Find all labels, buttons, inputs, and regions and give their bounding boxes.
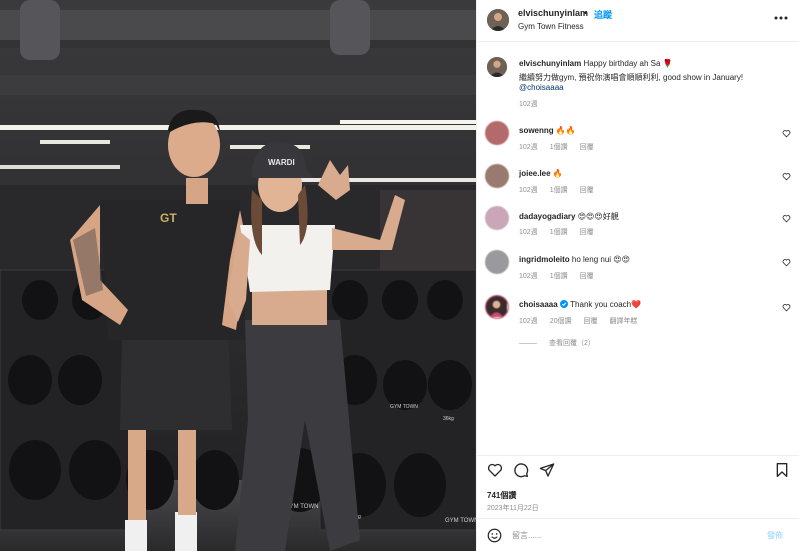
reply-button[interactable]: 回覆	[580, 187, 594, 194]
comment-likes[interactable]: 20個讚	[550, 318, 572, 325]
commenter-username[interactable]: choisaaaa	[519, 300, 558, 309]
comment-time: 102週	[519, 318, 538, 325]
reply-button[interactable]: 回覆	[583, 318, 597, 325]
comment-likes[interactable]: 1個讚	[550, 273, 568, 280]
commenter-avatar[interactable]	[485, 295, 509, 319]
author-avatar[interactable]	[487, 9, 509, 31]
comment-item: choisaaaa Thank you coach❤️ 102週 20個讚 回覆 翻譯…	[477, 295, 799, 335]
commenter-username[interactable]: ingridmoleito	[519, 255, 570, 264]
caption-author-avatar[interactable]	[487, 57, 507, 77]
caption-mention-link[interactable]: @choisaaaa	[519, 83, 564, 92]
comment-item: dadayogadiary 😍😍😍好靚 102週 1個讚 回覆	[477, 206, 799, 246]
comment-like-heart-icon[interactable]	[782, 303, 791, 312]
view-replies-label[interactable]: 查看回覆（2）	[549, 340, 595, 347]
comment-icon[interactable]	[513, 462, 529, 478]
follow-button[interactable]: 追蹤	[594, 8, 612, 21]
comment-text: ho leng nui 😍😍	[571, 255, 630, 264]
translate-button[interactable]: 翻譯年糕	[609, 318, 637, 325]
reply-button[interactable]: 回覆	[580, 273, 594, 280]
bookmark-icon[interactable]	[774, 462, 790, 478]
comment-likes[interactable]: 1個讚	[550, 187, 568, 194]
commenter-avatar[interactable]	[485, 121, 509, 145]
caption-line: elvischunyinlam Happy birthday ah Sa 🌹	[519, 59, 673, 68]
svg-text:GT: GT	[160, 211, 177, 225]
header-separator: •	[584, 8, 588, 18]
commenter-avatar[interactable]	[485, 164, 509, 188]
comment-like-heart-icon[interactable]	[782, 214, 791, 223]
post-date: 2023年11月22日	[487, 505, 539, 512]
comment-time: 102週	[519, 144, 538, 151]
comment-time: 102週	[519, 273, 538, 280]
post-comment-button[interactable]: 發佈	[767, 530, 783, 541]
commenter-username[interactable]: sowenng	[519, 126, 554, 135]
commenter-avatar[interactable]	[485, 250, 509, 274]
verified-badge-icon	[559, 300, 568, 308]
comment-text: 🔥🔥	[555, 126, 576, 135]
location-link[interactable]: Gym Town Fitness	[518, 22, 584, 31]
plate-weight-text: 36kg	[443, 416, 454, 422]
view-replies-button[interactable]: 查看回覆（2）	[519, 338, 595, 348]
author-username[interactable]: elvischunyinlam	[518, 8, 588, 18]
add-comment-bar: 發佈	[477, 518, 799, 551]
comment-text: 🔥	[552, 169, 563, 178]
emoji-picker-icon[interactable]	[487, 528, 502, 543]
like-count[interactable]: 741個讚	[487, 490, 516, 501]
caption-text: Happy birthday ah Sa	[583, 59, 661, 68]
reply-button[interactable]: 回覆	[580, 144, 594, 151]
comment-text: Thank you coach❤️	[570, 300, 642, 309]
post-photo[interactable]: GYM TOWN GYM TOWN GYM TOWN 36kg 36kg GT	[0, 0, 476, 551]
heart-icon[interactable]	[487, 462, 503, 478]
comment-likes[interactable]: 1個讚	[550, 144, 568, 151]
commenter-username[interactable]: dadayogadiary	[519, 212, 575, 221]
post-header: elvischunyinlam • 追蹤 Gym Town Fitness	[477, 0, 799, 42]
comment-item: sowenng 🔥🔥 102週 1個讚 回覆	[477, 121, 799, 161]
comment-like-heart-icon[interactable]	[782, 172, 791, 181]
cap-logo-text: WARDI	[268, 158, 295, 167]
comment-item: joiee.lee 🔥 102週 1個讚 回覆	[477, 164, 799, 204]
caption-username[interactable]: elvischunyinlam	[519, 59, 581, 68]
caption-text-line2: 繼續努力做gym, 預祝你演唱會順順利利, good show in Janua…	[519, 73, 744, 82]
plate-label-text: GYM TOWN	[390, 404, 418, 410]
commenter-avatar[interactable]	[485, 206, 509, 230]
comment-input[interactable]	[512, 528, 752, 543]
post-sidebar: elvischunyinlam • 追蹤 Gym Town Fitness el…	[476, 0, 799, 551]
comment-likes[interactable]: 1個讚	[550, 229, 568, 236]
comment-time: 102週	[519, 229, 538, 236]
caption-timestamp: 102週	[519, 101, 538, 108]
comment-like-heart-icon[interactable]	[782, 129, 791, 138]
plate-label-text: GYM TOWN	[445, 518, 476, 524]
rose-emoji: 🌹	[662, 59, 673, 68]
replies-divider-line	[519, 342, 537, 344]
more-options-icon[interactable]	[773, 13, 789, 23]
comment-text: 😍😍😍好靚	[577, 212, 619, 221]
comment-like-heart-icon[interactable]	[782, 258, 791, 267]
reply-button[interactable]: 回覆	[580, 229, 594, 236]
share-icon[interactable]	[539, 462, 555, 478]
commenter-username[interactable]: joiee.lee	[519, 169, 551, 178]
comment-time: 102週	[519, 187, 538, 194]
comment-item: ingridmoleito ho leng nui 😍😍 102週 1個讚 回覆	[477, 250, 799, 290]
